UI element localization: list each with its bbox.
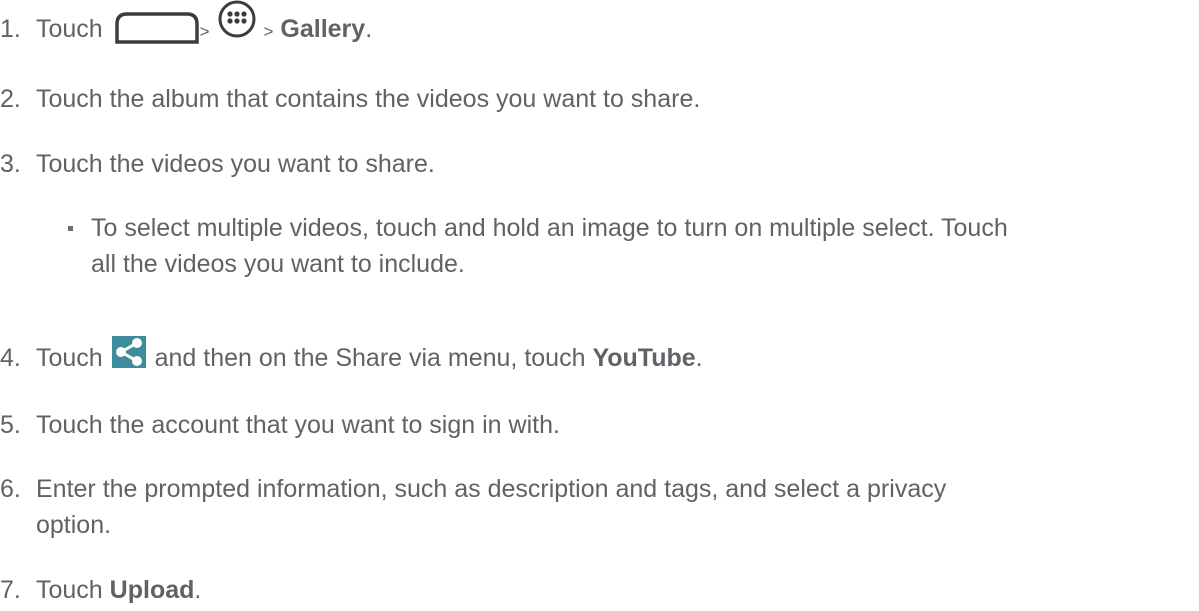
- home-icon: [114, 10, 200, 51]
- step-number: 4.: [0, 344, 21, 373]
- step-number: 2.: [0, 85, 21, 113]
- sub-bullet-line-2: all the videos you want to include.: [91, 250, 465, 278]
- step-6-continuation: option.: [36, 510, 111, 540]
- step-5: 5. Touch the account that you want to si…: [0, 410, 560, 440]
- bullet-marker: [68, 226, 73, 231]
- step-number: 5.: [0, 411, 21, 439]
- instructions-document: 1. Touch > > Gallery. 2. Touch the album…: [0, 0, 1199, 611]
- step-1: 1. Touch > > Gallery.: [0, 0, 372, 54]
- step-text-line-1: Enter the prompted information, such as …: [36, 475, 947, 503]
- step-2: 2. Touch the album that contains the vid…: [0, 84, 700, 114]
- step-number: 1.: [0, 15, 21, 44]
- step-3: 3. Touch the videos you want to share.: [0, 149, 435, 179]
- step-text: Touch the account that you want to sign …: [36, 411, 560, 439]
- step-number: 3.: [0, 150, 21, 178]
- step-text: Touch the album that contains the videos…: [36, 85, 701, 113]
- share-icon: [111, 336, 146, 375]
- step-text: Touch Upload.: [36, 576, 202, 604]
- sub-bullet-line-1: To select multiple videos, touch and hol…: [91, 214, 1008, 242]
- step-4: 4. Touch and then on the Share via menu,…: [0, 336, 703, 379]
- apps-icon: [217, 0, 257, 46]
- step-text: Touch and then on the Share via menu, to…: [36, 336, 703, 379]
- step-6: 6. Enter the prompted information, such …: [0, 474, 946, 504]
- step-number: 6.: [0, 475, 21, 503]
- step-number: 7.: [0, 576, 21, 604]
- step-text-line-2: option.: [36, 511, 112, 539]
- step-7: 7. Touch Upload.: [0, 575, 201, 605]
- step-text: Touch the videos you want to share.: [36, 150, 435, 178]
- step-text: Touch > > Gallery.: [36, 0, 372, 54]
